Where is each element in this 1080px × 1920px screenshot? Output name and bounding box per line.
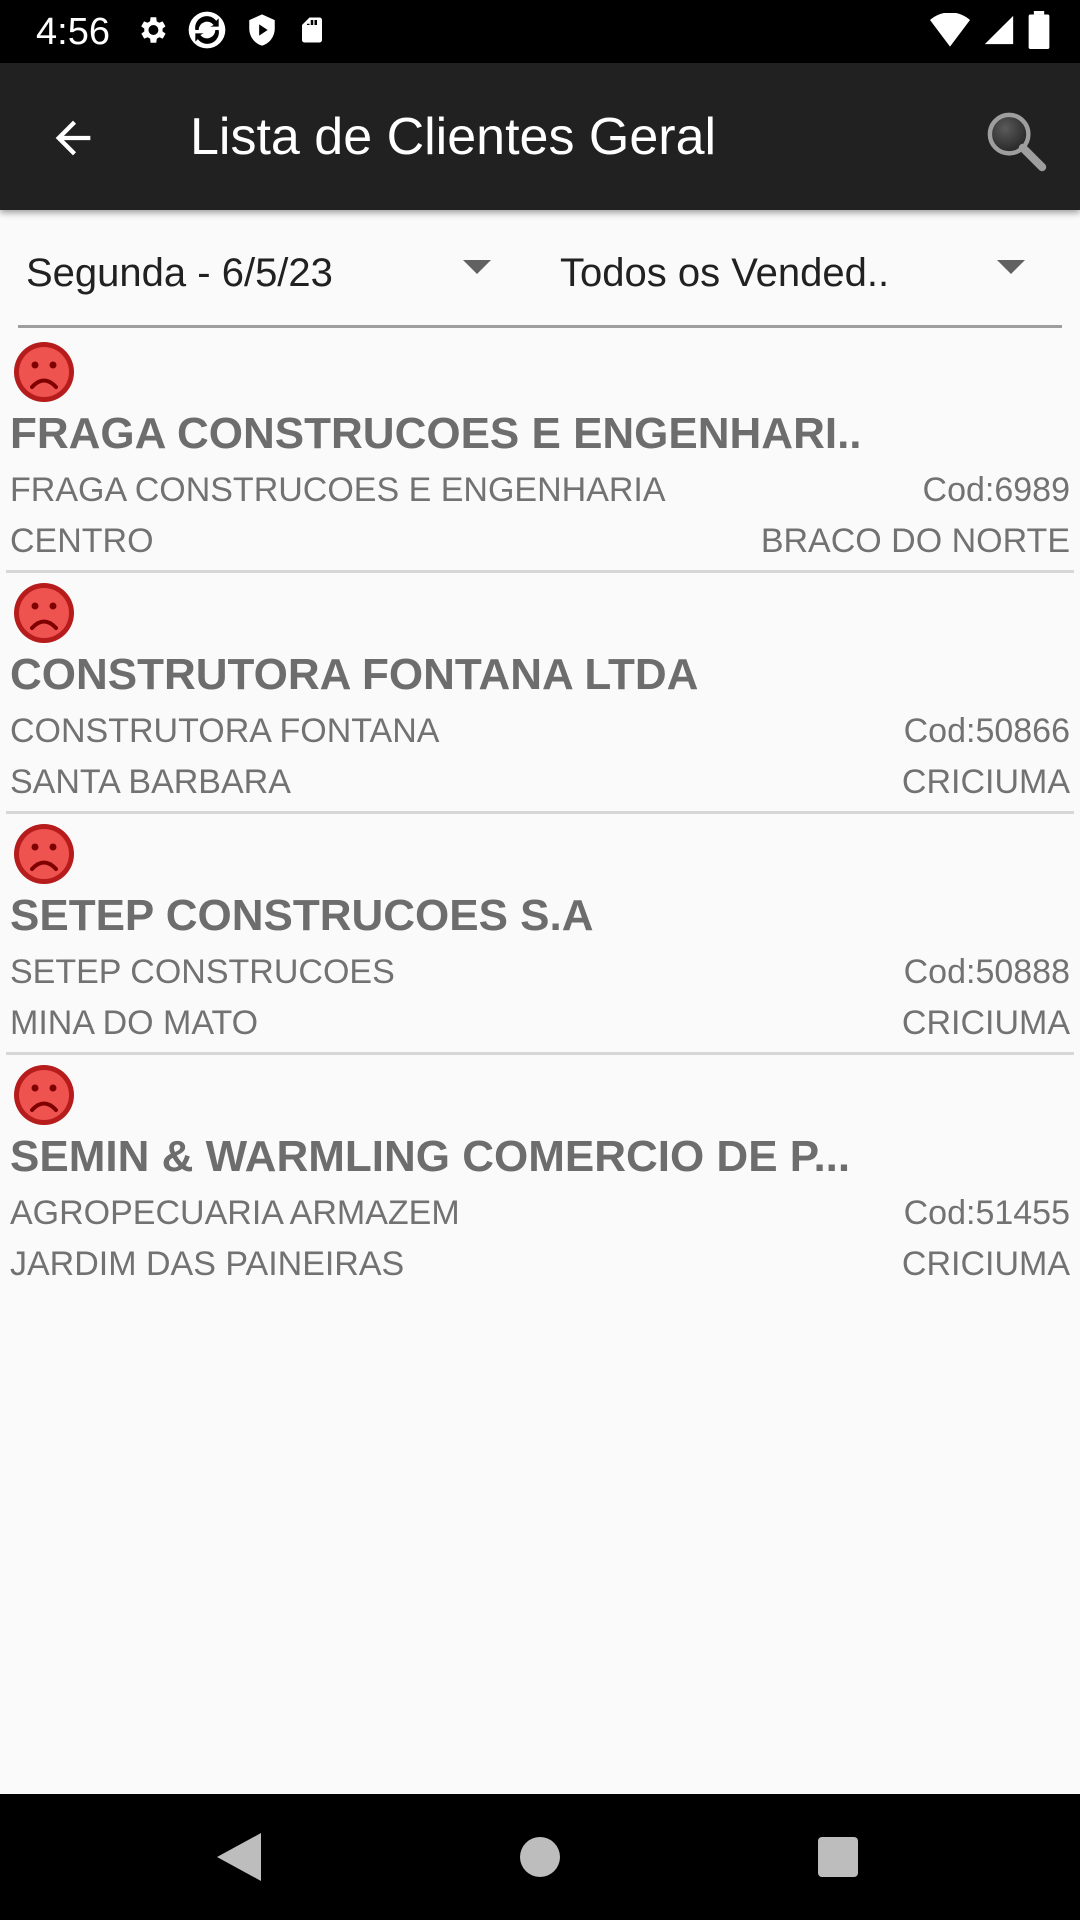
client-list: FRAGA CONSTRUCOES E ENGENHARI... FRAGA C… (0, 332, 1080, 1296)
wifi-icon (930, 11, 970, 52)
filter-divider (18, 325, 1062, 328)
client-code: Cod:50866 (903, 712, 1070, 750)
client-name: SEMIN & WARMLING COMERCIO DE P... (10, 1132, 851, 1181)
client-trade-name: CONSTRUTORA FONTANA (10, 712, 440, 750)
client-neighborhood: MINA DO MATO (10, 1004, 259, 1042)
client-city: CRICIUMA (901, 1245, 1070, 1283)
arrow-back-icon (55, 120, 91, 156)
sad-face-icon (14, 1065, 74, 1125)
sd-card-icon (297, 13, 327, 52)
date-spinner-value: Segunda - 6/5/23 (26, 251, 333, 295)
client-city: CRICIUMA (901, 1004, 1070, 1042)
client-name: SETEP CONSTRUCOES S.A (10, 891, 594, 940)
sad-face-icon (14, 342, 74, 402)
gear-icon (135, 13, 169, 52)
client-name: CONSTRUTORA FONTANA LTDA (10, 650, 699, 699)
nav-recents-button[interactable] (803, 1822, 873, 1892)
signal-icon (982, 13, 1016, 52)
client-code: Cod:6989 (922, 471, 1070, 509)
client-line-2: SANTA BARBARA CRICIUMA (10, 760, 1070, 804)
recents-square-icon (818, 1837, 858, 1877)
navigation-bar (0, 1794, 1080, 1920)
filter-row: Segunda - 6/5/23 Todos os Vended.. (0, 222, 1080, 332)
client-line-1: CONSTRUTORA FONTANA Cod:50866 (10, 709, 1070, 753)
client-code: Cod:51455 (903, 1194, 1070, 1232)
nav-back-button[interactable] (204, 1822, 274, 1892)
battery-icon (1028, 10, 1050, 54)
status-time: 4:56 (36, 11, 110, 53)
back-button[interactable] (38, 103, 108, 173)
client-city: CRICIUMA (901, 763, 1070, 801)
client-code: Cod:50888 (903, 953, 1070, 991)
app-toolbar: Lista de Clientes Geral (0, 63, 1080, 210)
client-city: BRACO DO NORTE (760, 522, 1070, 560)
client-line-1: FRAGA CONSTRUCOES E ENGENHARIA Cod:6989 (10, 468, 1070, 512)
sync-icon (187, 10, 227, 55)
list-item[interactable]: CONSTRUTORA FONTANA LTDA CONSTRUTORA FON… (0, 573, 1080, 814)
client-trade-name: FRAGA CONSTRUCOES E ENGENHARIA (10, 471, 666, 509)
search-button[interactable] (976, 101, 1056, 181)
client-neighborhood: SANTA BARBARA (10, 763, 291, 801)
client-trade-name: AGROPECUARIA ARMAZEM (10, 1194, 460, 1232)
chevron-down-icon[interactable] (463, 260, 491, 274)
client-name: FRAGA CONSTRUCOES E ENGENHARI... (10, 409, 860, 458)
client-line-2: MINA DO MATO CRICIUMA (10, 1001, 1070, 1045)
list-item[interactable]: SEMIN & WARMLING COMERCIO DE P... AGROPE… (0, 1055, 1080, 1296)
seller-spinner-value: Todos os Vended.. (560, 251, 890, 295)
client-line-1: AGROPECUARIA ARMAZEM Cod:51455 (10, 1191, 1070, 1235)
search-icon (987, 112, 1047, 172)
home-circle-icon (520, 1837, 560, 1877)
chevron-down-icon[interactable] (997, 260, 1025, 274)
client-line-2: JARDIM DAS PAINEIRAS CRICIUMA (10, 1242, 1070, 1286)
page-title: Lista de Clientes Geral (190, 108, 717, 166)
client-neighborhood: CENTRO (10, 522, 154, 560)
date-spinner[interactable]: Segunda - 6/5/23 (26, 242, 506, 312)
list-item[interactable]: SETEP CONSTRUCOES S.A SETEP CONSTRUCOES … (0, 814, 1080, 1055)
nav-home-button[interactable] (505, 1822, 575, 1892)
client-line-1: SETEP CONSTRUCOES Cod:50888 (10, 950, 1070, 994)
status-bar: 4:56 (0, 0, 1080, 63)
status-icons-right (930, 10, 1050, 54)
client-trade-name: SETEP CONSTRUCOES (10, 953, 395, 991)
sad-face-icon (14, 583, 74, 643)
seller-spinner[interactable]: Todos os Vended.. (560, 242, 1000, 312)
list-item[interactable]: FRAGA CONSTRUCOES E ENGENHARI... FRAGA C… (0, 332, 1080, 573)
sad-face-icon (14, 824, 74, 884)
shield-icon (245, 12, 279, 53)
back-triangle-icon (217, 1833, 261, 1881)
status-icons-left (135, 10, 327, 55)
client-line-2: CENTRO BRACO DO NORTE (10, 519, 1070, 563)
client-neighborhood: JARDIM DAS PAINEIRAS (10, 1245, 405, 1283)
